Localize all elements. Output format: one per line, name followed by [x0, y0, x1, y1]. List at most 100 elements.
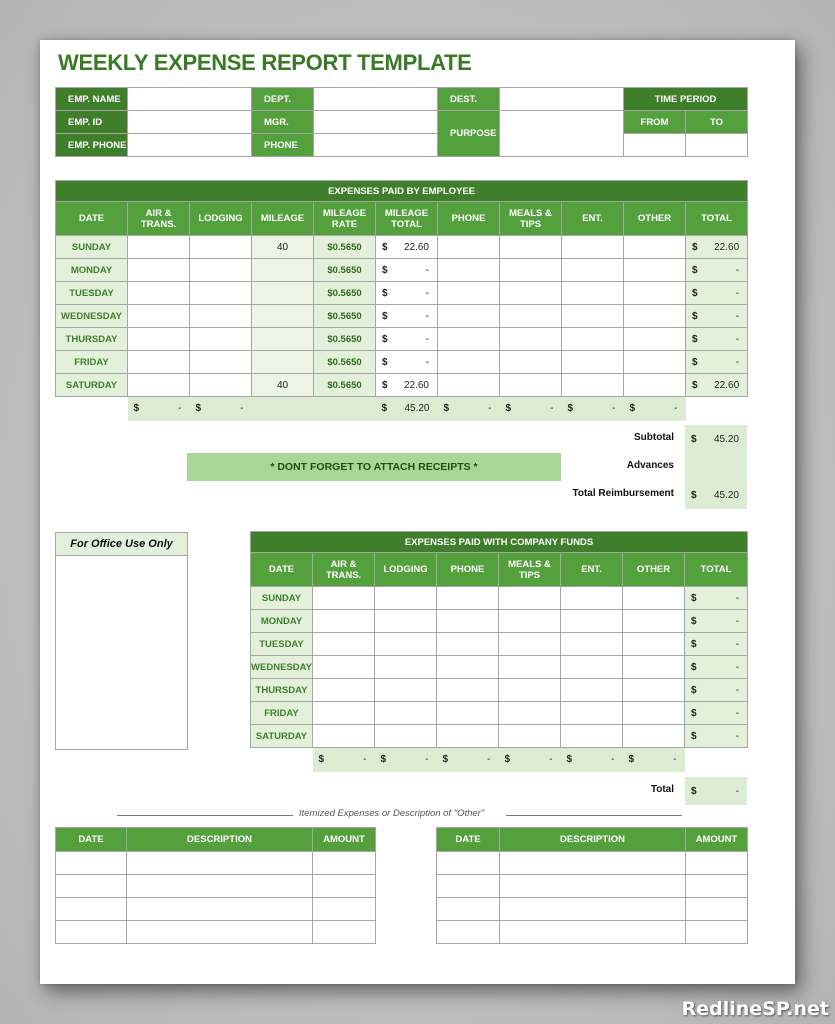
meals-field[interactable] — [498, 701, 561, 725]
meals-field[interactable] — [499, 235, 562, 259]
air-field[interactable] — [127, 304, 190, 328]
to-date-field[interactable] — [684, 133, 749, 157]
meals-field[interactable] — [498, 678, 561, 702]
air-field[interactable] — [127, 235, 190, 259]
phone-field[interactable] — [436, 701, 499, 725]
other-field[interactable] — [623, 235, 686, 259]
mileage-field[interactable]: 40 — [251, 235, 314, 259]
description-field[interactable] — [499, 874, 686, 898]
air-field[interactable] — [127, 281, 190, 305]
lodging-field[interactable] — [189, 258, 252, 282]
amount-field[interactable] — [685, 897, 748, 921]
other-field[interactable] — [623, 258, 686, 282]
phone-field[interactable] — [437, 350, 500, 374]
air-field[interactable] — [312, 586, 375, 610]
ent-field[interactable] — [560, 724, 623, 748]
meals-field[interactable] — [499, 304, 562, 328]
mileage-field[interactable] — [251, 281, 314, 305]
ent-field[interactable] — [560, 632, 623, 656]
description-field[interactable] — [126, 897, 313, 921]
other-field[interactable] — [622, 678, 685, 702]
ent-field[interactable] — [560, 678, 623, 702]
date-field[interactable] — [436, 851, 500, 875]
mileage-field[interactable] — [251, 258, 314, 282]
mileage-field[interactable]: 40 — [251, 373, 314, 397]
description-field[interactable] — [126, 851, 313, 875]
ent-field[interactable] — [561, 281, 624, 305]
lodging-field[interactable] — [374, 724, 437, 748]
description-field[interactable] — [499, 897, 686, 921]
phone-field[interactable] — [437, 327, 500, 351]
lodging-field[interactable] — [374, 632, 437, 656]
other-field[interactable] — [622, 632, 685, 656]
meals-field[interactable] — [498, 632, 561, 656]
date-field[interactable] — [436, 897, 500, 921]
mgr-field[interactable] — [313, 110, 438, 134]
phone-field[interactable] — [437, 281, 500, 305]
lodging-field[interactable] — [374, 678, 437, 702]
phone-field[interactable] — [437, 304, 500, 328]
lodging-field[interactable] — [189, 373, 252, 397]
emp-phone-field[interactable] — [127, 133, 252, 157]
ent-field[interactable] — [561, 235, 624, 259]
air-field[interactable] — [312, 609, 375, 633]
air-field[interactable] — [127, 258, 190, 282]
phone-field[interactable] — [437, 258, 500, 282]
amount-field[interactable] — [312, 897, 376, 921]
phone-field[interactable] — [437, 373, 500, 397]
phone-field[interactable] — [313, 133, 438, 157]
date-field[interactable] — [55, 874, 127, 898]
amount-field[interactable] — [685, 920, 748, 944]
date-field[interactable] — [55, 897, 127, 921]
ent-field[interactable] — [560, 609, 623, 633]
air-field[interactable] — [312, 701, 375, 725]
ent-field[interactable] — [561, 350, 624, 374]
meals-field[interactable] — [499, 373, 562, 397]
emp-name-field[interactable] — [127, 87, 252, 111]
dept-field[interactable] — [313, 87, 438, 111]
air-field[interactable] — [127, 350, 190, 374]
phone-field[interactable] — [436, 655, 499, 679]
dest-field[interactable] — [499, 87, 624, 111]
lodging-field[interactable] — [189, 235, 252, 259]
other-field[interactable] — [623, 281, 686, 305]
amount-field[interactable] — [312, 851, 376, 875]
meals-field[interactable] — [498, 586, 561, 610]
ent-field[interactable] — [560, 701, 623, 725]
air-field[interactable] — [312, 678, 375, 702]
mileage-field[interactable] — [251, 350, 314, 374]
air-field[interactable] — [127, 373, 190, 397]
amount-field[interactable] — [312, 874, 376, 898]
meals-field[interactable] — [499, 258, 562, 282]
lodging-field[interactable] — [189, 327, 252, 351]
air-field[interactable] — [127, 327, 190, 351]
date-field[interactable] — [436, 920, 500, 944]
other-field[interactable] — [623, 350, 686, 374]
lodging-field[interactable] — [374, 655, 437, 679]
other-field[interactable] — [622, 724, 685, 748]
phone-field[interactable] — [437, 235, 500, 259]
lodging-field[interactable] — [374, 701, 437, 725]
other-field[interactable] — [622, 609, 685, 633]
other-field[interactable] — [623, 304, 686, 328]
lodging-field[interactable] — [374, 609, 437, 633]
other-field[interactable] — [622, 701, 685, 725]
from-date-field[interactable] — [623, 133, 686, 157]
meals-field[interactable] — [498, 609, 561, 633]
ent-field[interactable] — [561, 327, 624, 351]
phone-field[interactable] — [436, 632, 499, 656]
amount-field[interactable] — [312, 920, 376, 944]
ent-field[interactable] — [561, 304, 624, 328]
advances-field[interactable] — [685, 453, 747, 481]
description-field[interactable] — [126, 920, 313, 944]
lodging-field[interactable] — [189, 304, 252, 328]
date-field[interactable] — [436, 874, 500, 898]
meals-field[interactable] — [499, 350, 562, 374]
other-field[interactable] — [623, 373, 686, 397]
air-field[interactable] — [312, 655, 375, 679]
phone-field[interactable] — [436, 678, 499, 702]
phone-field[interactable] — [436, 609, 499, 633]
meals-field[interactable] — [498, 655, 561, 679]
description-field[interactable] — [499, 920, 686, 944]
mileage-field[interactable] — [251, 327, 314, 351]
